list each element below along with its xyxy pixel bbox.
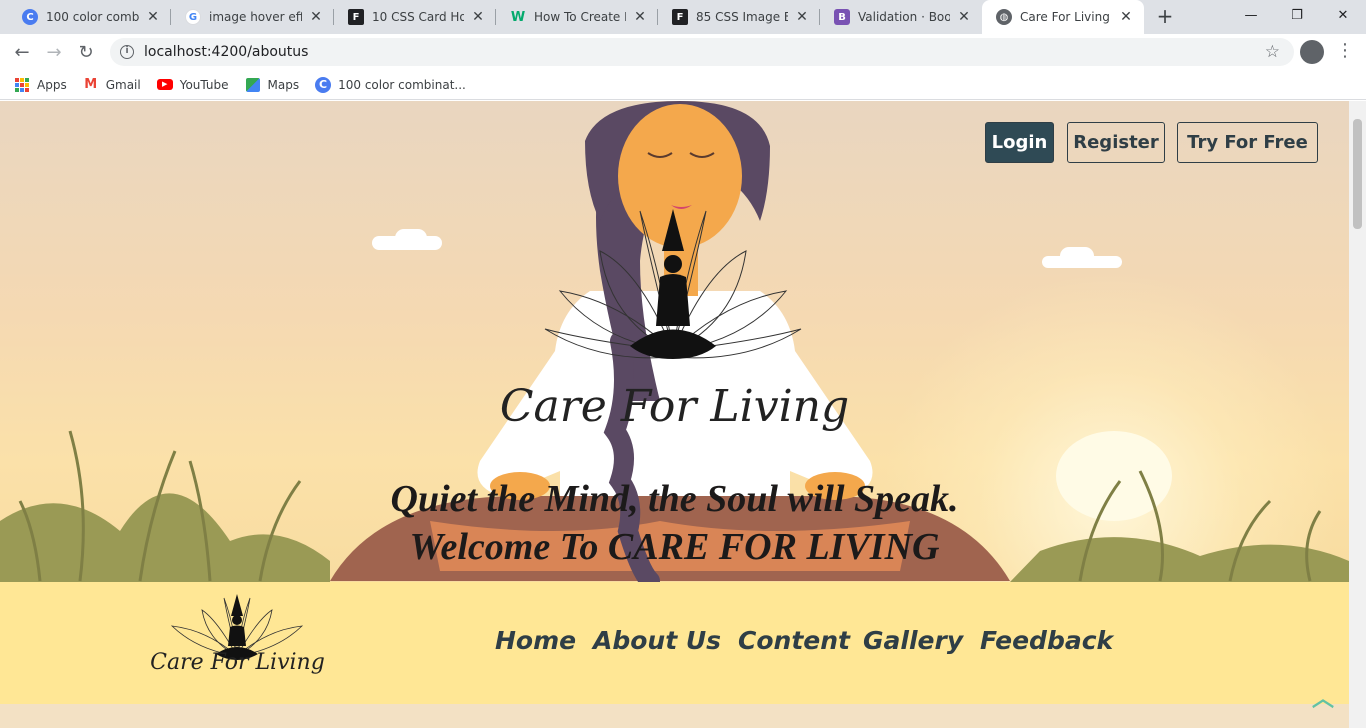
nav-link-feedback[interactable]: Feedback: [980, 626, 1113, 655]
bookmark-color-combinations[interactable]: C 100 color combinat...: [315, 76, 466, 93]
tab-title: Care For Living: [1020, 10, 1110, 24]
tab-css-image-effects[interactable]: F 85 CSS Image Effe ✕: [658, 0, 820, 34]
new-tab-button[interactable]: +: [1154, 5, 1176, 27]
tab-css-card-hover[interactable]: F 10 CSS Card Hover ✕: [334, 0, 496, 34]
tab-color-combinations[interactable]: C 100 color combina ✕: [8, 0, 171, 34]
google-icon: G: [185, 9, 201, 25]
try-for-free-button[interactable]: Try For Free: [1177, 122, 1318, 163]
bookmark-gmail[interactable]: M Gmail: [83, 77, 141, 93]
nav-link-gallery[interactable]: Gallery: [863, 626, 963, 655]
back-icon[interactable]: ←: [8, 38, 36, 66]
hero-banner: Login Register Try For Free Care For Liv…: [0, 101, 1349, 582]
nav-link-about-us[interactable]: About Us: [593, 626, 721, 655]
tab-bootstrap-validation[interactable]: B Validation · Bootst ✕: [820, 0, 982, 34]
apps-icon: [14, 77, 30, 93]
page-content-area: [0, 704, 1349, 728]
tab-title: image hover effect: [209, 10, 302, 24]
reload-icon[interactable]: ↻: [72, 38, 100, 66]
close-icon[interactable]: ✕: [145, 9, 161, 25]
close-icon[interactable]: ✕: [794, 9, 810, 25]
browser-tab-strip: C 100 color combina ✕ G image hover effe…: [0, 0, 1366, 34]
minimize-icon[interactable]: —: [1228, 0, 1274, 30]
main-navigation: Care For Living Home About Us Content Ga…: [0, 582, 1349, 704]
hero-tagline: Quiet the Mind, the Soul will Speak.: [390, 478, 959, 520]
tab-image-hover-effect[interactable]: G image hover effect ✕: [171, 0, 334, 34]
canva-icon: C: [315, 76, 332, 93]
forward-icon[interactable]: →: [40, 38, 68, 66]
address-bar[interactable]: i localhost:4200/aboutus ☆: [110, 38, 1294, 66]
bootstrap-icon: B: [834, 9, 850, 25]
close-icon[interactable]: ✕: [632, 9, 648, 25]
bookmark-label: YouTube: [179, 77, 229, 92]
profile-avatar-icon[interactable]: [1300, 40, 1324, 64]
canva-icon: C: [22, 9, 38, 25]
page-viewport: Login Register Try For Free Care For Liv…: [0, 101, 1366, 728]
tab-title: 100 color combina: [46, 10, 139, 24]
bookmark-label: Apps: [37, 77, 67, 92]
bookmark-label: Gmail: [105, 77, 141, 92]
tab-how-to-create-image[interactable]: W How To Create Ima ✕: [496, 0, 658, 34]
youtube-icon: ▶: [156, 77, 173, 93]
gmail-icon: M: [84, 77, 98, 92]
nav-link-content[interactable]: Content: [738, 626, 850, 655]
scrollbar-thumb[interactable]: [1353, 119, 1362, 229]
tab-title: 10 CSS Card Hover: [372, 10, 464, 24]
restore-icon[interactable]: ❐: [1274, 0, 1320, 30]
close-icon[interactable]: ✕: [470, 9, 486, 25]
freefrontend-icon: F: [672, 9, 688, 25]
nav-link-home[interactable]: Home: [495, 626, 576, 655]
hero-brand-title: Care For Living: [499, 381, 850, 432]
globe-icon: ◍: [996, 9, 1012, 25]
tab-title: 85 CSS Image Effe: [696, 10, 788, 24]
browser-toolbar: ← → ↻ i localhost:4200/aboutus ☆: [0, 34, 1366, 70]
nav-logo-text[interactable]: Care For Living: [140, 650, 335, 675]
scroll-to-top-icon[interactable]: ︿: [1312, 689, 1334, 711]
window-close-icon[interactable]: ✕: [1320, 0, 1366, 30]
tab-care-for-living[interactable]: ◍ Care For Living ✕: [982, 0, 1144, 34]
bookmark-label: Maps: [267, 77, 300, 92]
tab-title: How To Create Ima: [534, 10, 626, 24]
close-icon[interactable]: ✕: [956, 9, 972, 25]
login-button[interactable]: Login: [985, 122, 1054, 163]
site-info-icon[interactable]: i: [120, 45, 134, 59]
register-button[interactable]: Register: [1067, 122, 1165, 163]
close-icon[interactable]: ✕: [1118, 9, 1134, 25]
tab-title: Validation · Bootst: [858, 10, 950, 24]
browser-menu-icon[interactable]: ⋮: [1336, 40, 1354, 64]
url-text: localhost:4200/aboutus: [144, 44, 309, 60]
bookmark-label: 100 color combinat...: [338, 77, 466, 92]
page-scrollbar[interactable]: [1349, 101, 1366, 728]
bookmark-star-icon[interactable]: ☆: [1265, 42, 1280, 62]
bookmark-youtube[interactable]: ▶ YouTube: [156, 77, 229, 93]
close-icon[interactable]: ✕: [308, 9, 324, 25]
hero-welcome: Welcome To CARE FOR LIVING: [409, 526, 940, 568]
maps-icon: [245, 77, 261, 93]
freefrontend-icon: F: [348, 9, 364, 25]
bookmark-apps[interactable]: Apps: [14, 77, 67, 93]
w3schools-icon: W: [510, 9, 526, 25]
bookmarks-bar: Apps M Gmail ▶ YouTube Maps C 100 color …: [0, 70, 1366, 100]
bookmark-maps[interactable]: Maps: [245, 77, 300, 93]
